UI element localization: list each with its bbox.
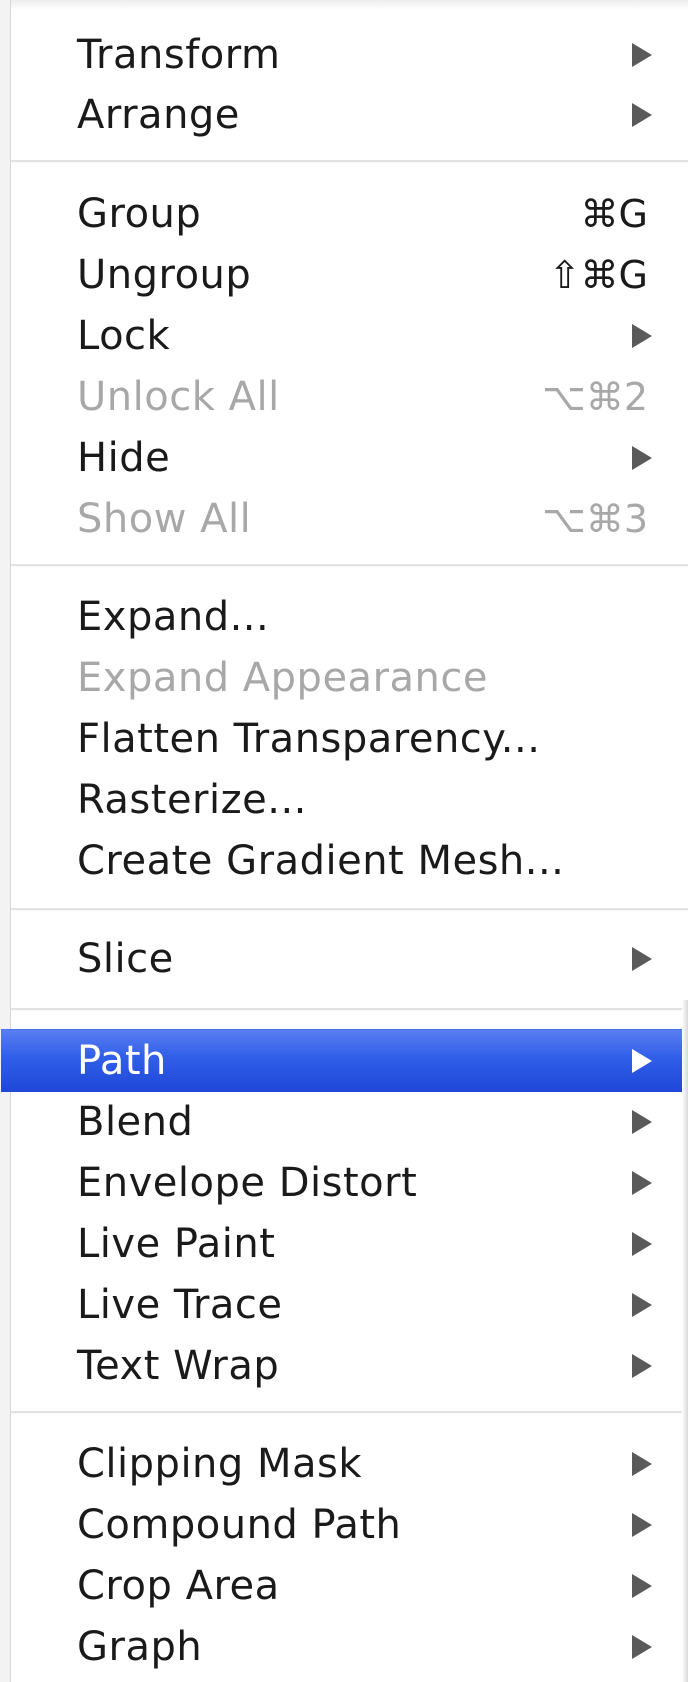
submenu-arrow-icon bbox=[632, 1232, 652, 1256]
submenu-arrow-icon bbox=[632, 1354, 652, 1378]
submenu-arrow-icon bbox=[632, 1574, 652, 1598]
menu-item-label: Hide bbox=[77, 435, 171, 481]
menu-item-create-gradient-mesh[interactable]: Create Gradient Mesh... bbox=[11, 830, 688, 892]
menu-top-edge bbox=[11, 0, 688, 10]
menu-item-label: Lock bbox=[77, 313, 171, 359]
menu-item-label: Compound Path bbox=[77, 1502, 402, 1548]
menu-item-text-wrap[interactable]: Text Wrap bbox=[11, 1335, 688, 1397]
menu-item-blend[interactable]: Blend bbox=[11, 1091, 688, 1153]
menu-item-label: Live Trace bbox=[77, 1282, 283, 1328]
submenu-arrow-icon bbox=[632, 947, 652, 971]
menu-item-clipping-mask[interactable]: Clipping Mask bbox=[11, 1433, 688, 1495]
submenu-arrow-icon bbox=[632, 446, 652, 470]
submenu-arrow-icon bbox=[632, 324, 652, 348]
menu-item-label: Expand... bbox=[77, 594, 270, 640]
menu-separator bbox=[11, 908, 688, 911]
menu-item-label: Slice bbox=[77, 936, 174, 982]
submenu-arrow-icon bbox=[632, 1110, 652, 1134]
menu-item-label: Transform bbox=[77, 32, 281, 78]
menu-item-live-paint[interactable]: Live Paint bbox=[11, 1213, 688, 1275]
menu-item-label: Arrange bbox=[77, 92, 240, 138]
submenu-arrow-icon bbox=[632, 1635, 652, 1659]
menu-item-label: Unlock All bbox=[77, 374, 280, 420]
menu-item-label: Graph bbox=[77, 1624, 203, 1670]
menu-item-lock[interactable]: Lock bbox=[11, 305, 688, 367]
menu-item-envelope-distort[interactable]: Envelope Distort bbox=[11, 1152, 688, 1214]
object-menu: Transform Arrange Group ⌘G Ungroup ⇧⌘G L… bbox=[1, 0, 688, 1682]
menu-item-flatten-transparency[interactable]: Flatten Transparency... bbox=[11, 708, 688, 770]
menu-item-unlock-all: Unlock All ⌥⌘2 bbox=[11, 366, 688, 428]
menu-item-expand[interactable]: Expand... bbox=[11, 586, 688, 648]
menu-separator bbox=[11, 1008, 688, 1011]
submenu-arrow-icon bbox=[632, 103, 652, 127]
menu-item-label: Flatten Transparency... bbox=[77, 716, 541, 762]
menu-item-expand-appearance: Expand Appearance bbox=[11, 647, 688, 709]
menu-item-transform[interactable]: Transform bbox=[11, 24, 688, 86]
menu-item-graph[interactable]: Graph bbox=[11, 1616, 688, 1678]
menu-item-shortcut: ⇧⌘G bbox=[548, 253, 648, 297]
submenu-arrow-icon bbox=[632, 1171, 652, 1195]
menu-item-slice[interactable]: Slice bbox=[11, 928, 688, 990]
menu-item-shortcut: ⌥⌘3 bbox=[542, 497, 648, 541]
menu-separator bbox=[11, 1411, 688, 1414]
menu-item-shortcut: ⌥⌘2 bbox=[542, 375, 648, 419]
menu-item-compound-path[interactable]: Compound Path bbox=[11, 1494, 688, 1556]
menu-separator bbox=[11, 564, 688, 567]
menu-item-label: Rasterize... bbox=[77, 777, 307, 823]
menu-item-label: Crop Area bbox=[77, 1563, 280, 1609]
menu-item-label: Live Paint bbox=[77, 1221, 276, 1267]
menu-separator bbox=[11, 160, 688, 163]
submenu-arrow-icon bbox=[632, 1049, 652, 1073]
menu-item-label: Create Gradient Mesh... bbox=[77, 838, 565, 884]
menu-item-crop-area[interactable]: Crop Area bbox=[11, 1555, 688, 1617]
menu-item-label: Group bbox=[77, 191, 202, 237]
menu-right-shadow bbox=[682, 1000, 688, 1682]
menu-item-label: Text Wrap bbox=[77, 1343, 280, 1389]
menu-item-path[interactable]: Path bbox=[1, 1029, 688, 1092]
menu-item-label: Clipping Mask bbox=[77, 1441, 363, 1487]
menu-item-label: Ungroup bbox=[77, 252, 252, 298]
menu-item-hide[interactable]: Hide bbox=[11, 427, 688, 489]
submenu-arrow-icon bbox=[632, 43, 652, 67]
menu-item-label: Blend bbox=[77, 1099, 194, 1145]
menu-item-label: Path bbox=[77, 1038, 167, 1084]
submenu-arrow-icon bbox=[632, 1513, 652, 1537]
menu-item-show-all: Show All ⌥⌘3 bbox=[11, 488, 688, 550]
menu-item-ungroup[interactable]: Ungroup ⇧⌘G bbox=[11, 244, 688, 306]
menu-item-group[interactable]: Group ⌘G bbox=[11, 183, 688, 245]
menu-item-arrange[interactable]: Arrange bbox=[11, 84, 688, 146]
menu-item-shortcut: ⌘G bbox=[580, 192, 648, 236]
menu-item-label: Envelope Distort bbox=[77, 1160, 418, 1206]
menu-item-rasterize[interactable]: Rasterize... bbox=[11, 769, 688, 831]
submenu-arrow-icon bbox=[632, 1293, 652, 1317]
submenu-arrow-icon bbox=[632, 1452, 652, 1476]
menu-item-label: Expand Appearance bbox=[77, 655, 488, 701]
menu-item-label: Show All bbox=[77, 496, 252, 542]
menu-item-live-trace[interactable]: Live Trace bbox=[11, 1274, 688, 1336]
